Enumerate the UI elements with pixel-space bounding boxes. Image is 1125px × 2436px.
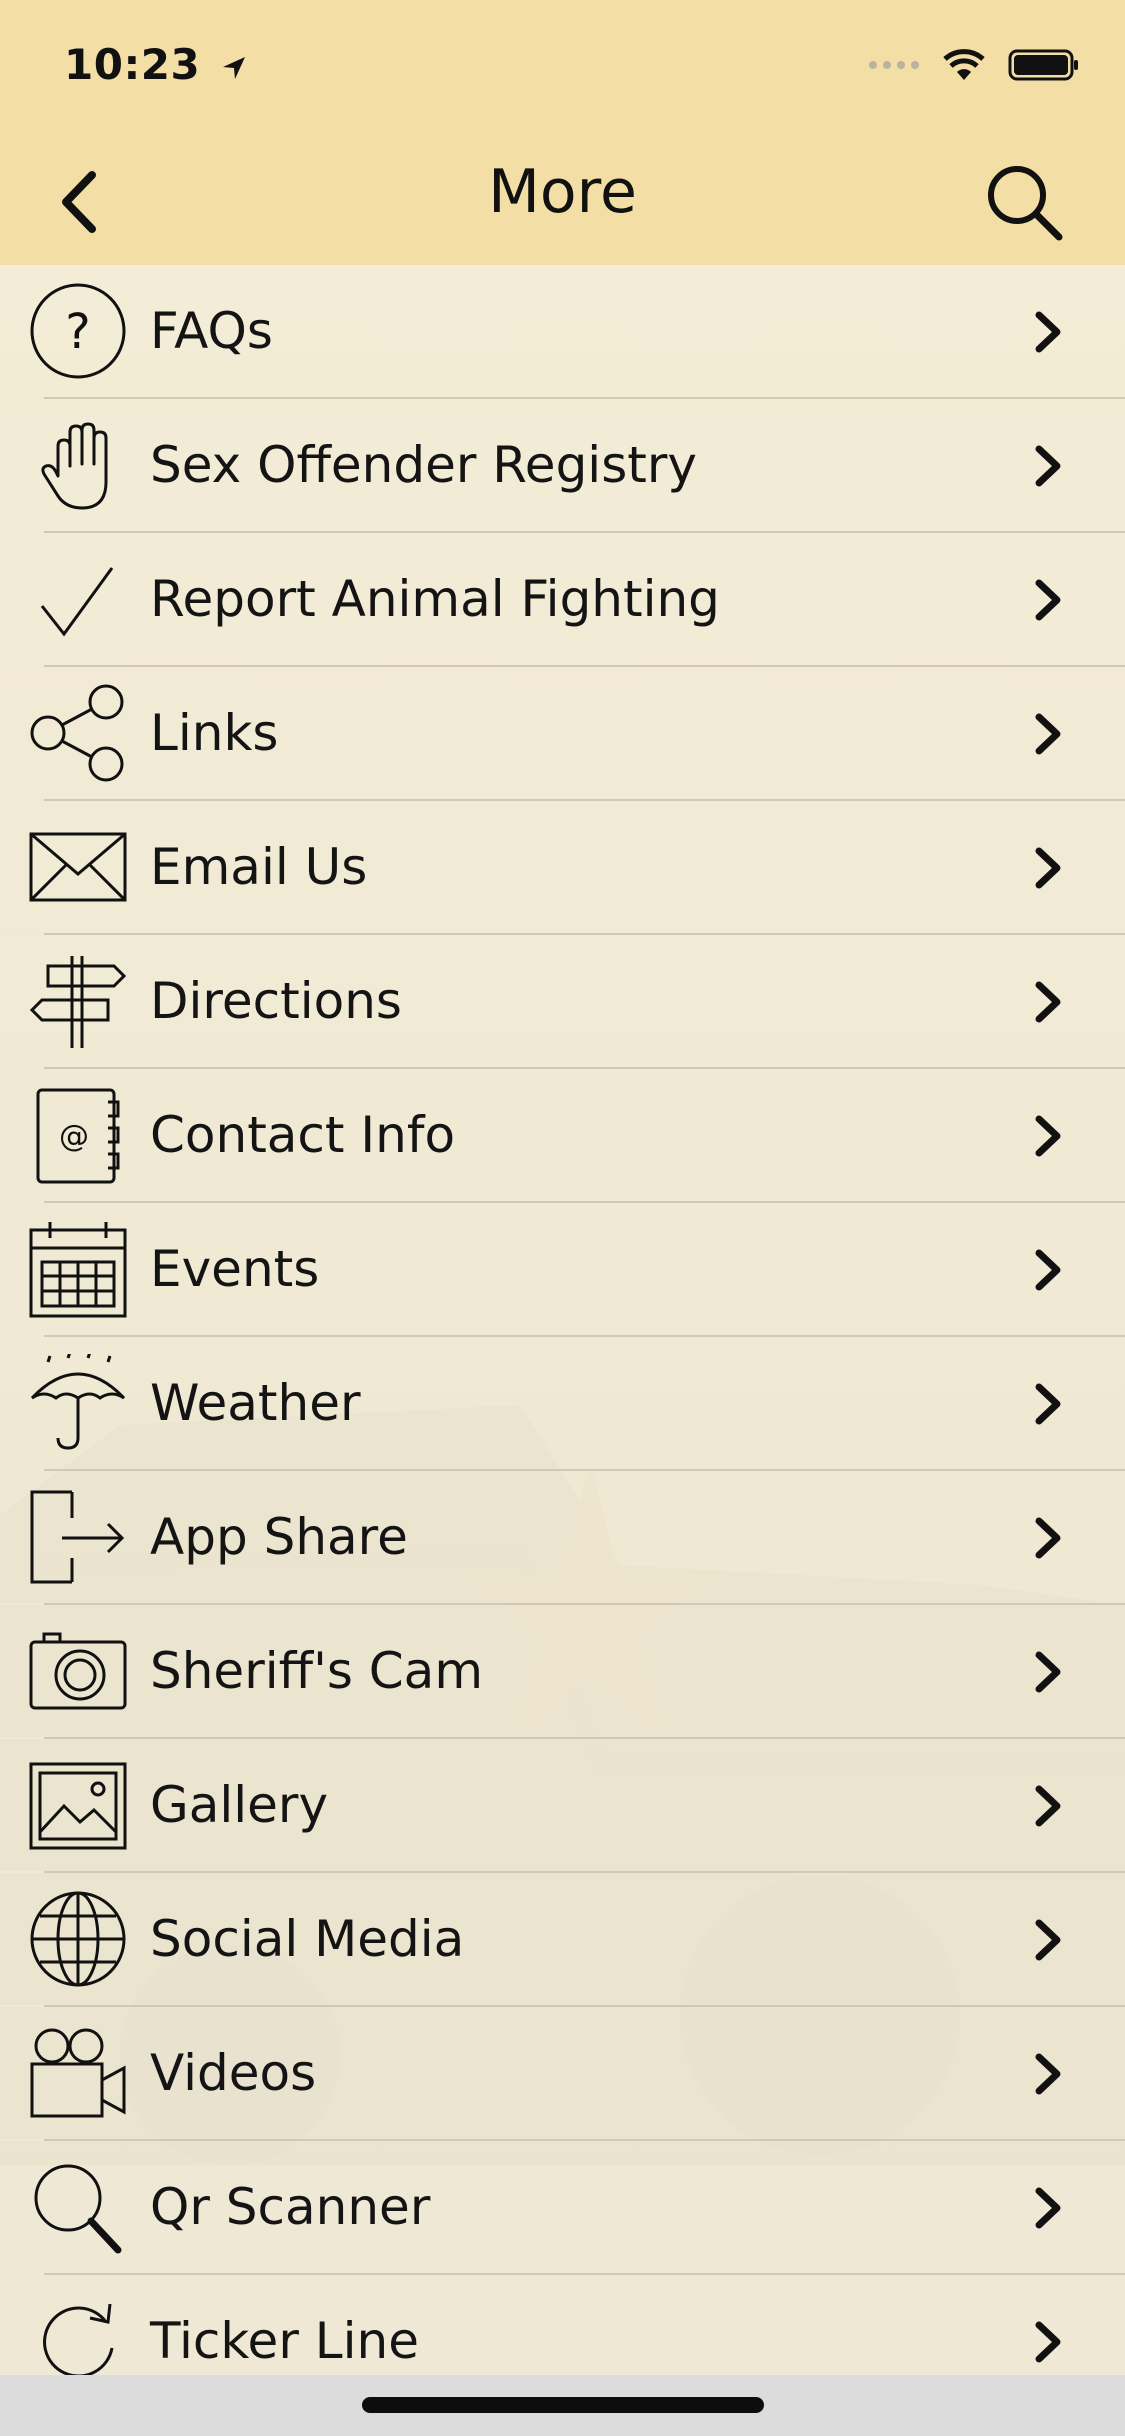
- menu-item-label: Contact Info: [150, 1106, 456, 1164]
- chevron-right-icon: [1035, 1919, 1061, 1961]
- menu-item-label: Events: [150, 1240, 320, 1298]
- menu-item-label: Qr Scanner: [150, 2178, 431, 2236]
- menu-item-label: Gallery: [150, 1776, 329, 1834]
- search-icon: [988, 166, 1063, 241]
- chevron-right-icon: [1035, 2321, 1061, 2363]
- menu-item-label: Weather: [150, 1374, 361, 1432]
- chevron-right-icon: [1035, 2187, 1061, 2229]
- home-indicator[interactable]: [362, 2397, 764, 2413]
- menu-item-email-us[interactable]: Email Us: [0, 801, 1125, 935]
- more-menu-list: ? FAQs Sex Offender Registry Report Anim…: [0, 265, 1125, 2409]
- chevron-right-icon: [1035, 1249, 1061, 1291]
- menu-item-directions[interactable]: Directions: [0, 935, 1125, 1069]
- chevron-right-icon: [1035, 1383, 1061, 1425]
- hand-icon: [28, 416, 128, 514]
- status-bar: 10:23: [0, 0, 1125, 135]
- chevron-right-icon: [1035, 445, 1061, 487]
- menu-item-label: Ticker Line: [150, 2312, 419, 2370]
- chevron-right-icon: [1035, 1785, 1061, 1827]
- menu-item-social-media[interactable]: Social Media: [0, 1873, 1125, 2007]
- menu-item-weather[interactable]: Weather: [0, 1337, 1125, 1471]
- chevron-right-icon: [1035, 579, 1061, 621]
- menu-item-contact-info[interactable]: @ Contact Info: [0, 1069, 1125, 1203]
- navigation-bar: More: [0, 135, 1125, 265]
- chevron-right-icon: [1035, 1517, 1061, 1559]
- calendar-icon: [28, 1220, 128, 1318]
- wifi-icon: [943, 49, 985, 80]
- chevron-right-icon: [1035, 1651, 1061, 1693]
- menu-item-sex-offender-registry[interactable]: Sex Offender Registry: [0, 399, 1125, 533]
- page-title: More: [488, 157, 637, 227]
- umbrella-icon: [28, 1354, 128, 1452]
- envelope-icon: [28, 818, 128, 916]
- camera-icon: [28, 1622, 128, 1720]
- magnifier-icon: [28, 2158, 128, 2256]
- menu-item-links[interactable]: Links: [0, 667, 1125, 801]
- search-button[interactable]: [981, 159, 1067, 245]
- image-icon: [28, 1756, 128, 1854]
- video-camera-icon: [28, 2024, 128, 2122]
- menu-item-label: Sheriff's Cam: [150, 1642, 484, 1700]
- menu-item-videos[interactable]: Videos: [0, 2007, 1125, 2141]
- share-nodes-icon: [28, 684, 128, 782]
- location-arrow-icon: [223, 56, 246, 79]
- menu-item-label: Email Us: [150, 838, 368, 896]
- address-book-icon: @: [28, 1086, 128, 1184]
- menu-item-label: Social Media: [150, 1910, 465, 1968]
- menu-item-gallery[interactable]: Gallery: [0, 1739, 1125, 1873]
- export-icon: [28, 1488, 128, 1586]
- globe-icon: [28, 1890, 128, 1988]
- menu-item-app-share[interactable]: App Share: [0, 1471, 1125, 1605]
- menu-item-label: Report Animal Fighting: [150, 570, 720, 628]
- menu-item-label: FAQs: [150, 302, 273, 360]
- question-icon: ?: [28, 282, 128, 380]
- chevron-right-icon: [1035, 311, 1061, 353]
- menu-item-report-animal-fighting[interactable]: Report Animal Fighting: [0, 533, 1125, 667]
- signal-icon: [869, 61, 919, 69]
- checkmark-icon: [28, 550, 128, 648]
- chevron-right-icon: [1035, 2053, 1061, 2095]
- menu-item-qr-scanner[interactable]: Qr Scanner: [0, 2141, 1125, 2275]
- home-indicator-area: [0, 2375, 1125, 2436]
- menu-item-events[interactable]: Events: [0, 1203, 1125, 1337]
- menu-item-faqs[interactable]: ? FAQs: [0, 265, 1125, 399]
- menu-item-label: App Share: [150, 1508, 408, 1566]
- battery-icon: [1008, 49, 1078, 81]
- chevron-right-icon: [1035, 713, 1061, 755]
- status-time: 10:23: [64, 40, 249, 89]
- menu-item-sheriffs-cam[interactable]: Sheriff's Cam: [0, 1605, 1125, 1739]
- signpost-icon: [28, 952, 128, 1050]
- chevron-right-icon: [1035, 1115, 1061, 1157]
- menu-item-label: Sex Offender Registry: [150, 436, 697, 494]
- menu-item-label: Directions: [150, 972, 402, 1030]
- chevron-right-icon: [1035, 981, 1061, 1023]
- menu-item-label: Links: [150, 704, 279, 762]
- svg-text:?: ?: [65, 304, 90, 360]
- menu-item-label: Videos: [150, 2044, 317, 2102]
- svg-text:@: @: [59, 1119, 89, 1154]
- chevron-right-icon: [1035, 847, 1061, 889]
